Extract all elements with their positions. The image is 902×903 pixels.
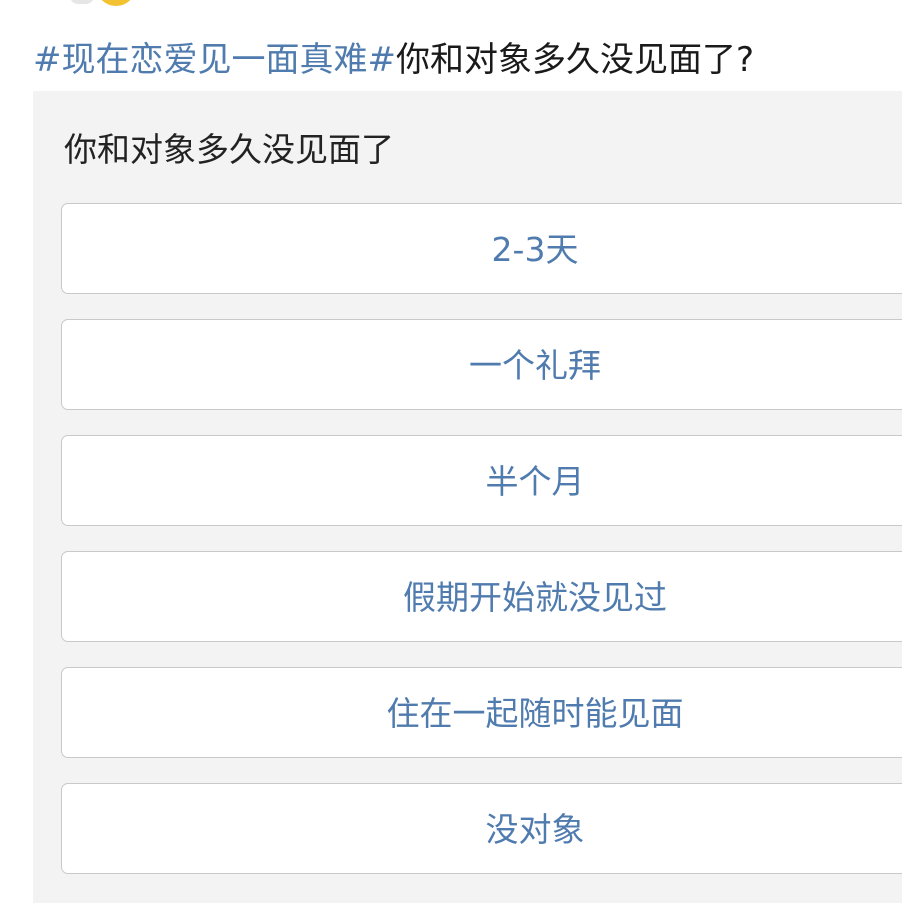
poll-option-5[interactable]: 住在一起随时能见面 [61, 667, 902, 758]
poll-question: 你和对象多久没见面了 [64, 130, 394, 169]
poll-option-label: 一个礼拜 [469, 346, 601, 385]
avatar-fragment [96, 0, 136, 6]
poll-option-1[interactable]: 2-3天 [61, 203, 902, 294]
post-title-text: 你和对象多久没见面了? [395, 40, 755, 80]
avatar-fragment-gray [70, 0, 94, 4]
poll-option-2[interactable]: 一个礼拜 [61, 319, 902, 410]
poll-option-6[interactable]: 没对象 [61, 783, 902, 874]
poll-option-label: 假期开始就没见过 [403, 578, 667, 617]
poll-card: 你和对象多久没见面了 2-3天 一个礼拜 半个月 假期开始就没见过 住在一起随时… [33, 91, 902, 903]
poll-option-3[interactable]: 半个月 [61, 435, 902, 526]
weibo-post-poll: #现在恋爱见一面真难#你和对象多久没见面了? 你和对象多久没见面了 2-3天 一… [0, 0, 902, 903]
poll-option-4[interactable]: 假期开始就没见过 [61, 551, 902, 642]
poll-option-label: 2-3天 [491, 230, 579, 269]
hashtag-link[interactable]: #现在恋爱见一面真难# [33, 40, 396, 80]
poll-option-label: 半个月 [485, 462, 585, 501]
poll-option-label: 没对象 [485, 810, 585, 849]
post-title: #现在恋爱见一面真难#你和对象多久没见面了? [33, 36, 902, 84]
poll-option-label: 住在一起随时能见面 [386, 694, 684, 733]
